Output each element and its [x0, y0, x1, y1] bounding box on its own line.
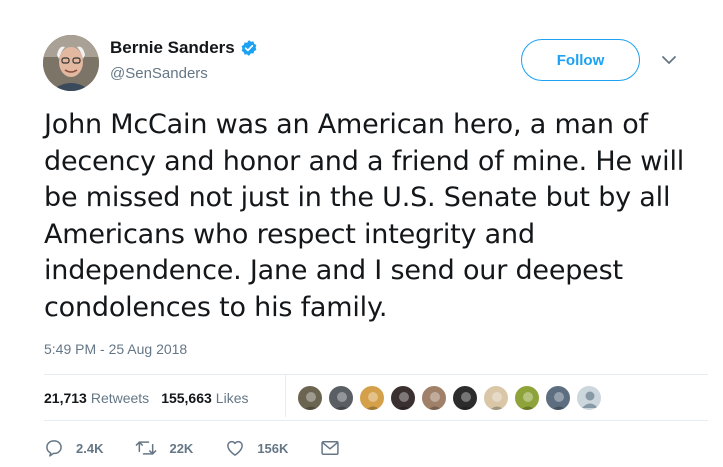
- retweets-count[interactable]: 21,713: [44, 390, 87, 406]
- verified-badge-icon: [240, 39, 258, 57]
- liker-avatar[interactable]: [545, 385, 571, 411]
- direct-message-button[interactable]: [320, 439, 340, 457]
- tweet-stats: 21,713 Retweets 155,663 Likes: [44, 390, 260, 406]
- name-row: Bernie Sanders: [110, 38, 258, 58]
- like-button[interactable]: 156K: [225, 438, 288, 458]
- reply-button[interactable]: 2.4K: [44, 438, 103, 458]
- retweet-icon: [135, 438, 157, 458]
- tweet-timestamp[interactable]: 5:49 PM - 25 Aug 2018: [44, 341, 187, 357]
- tweet-actions: 2.4K 22K 156K: [44, 438, 372, 458]
- like-count: 156K: [257, 440, 289, 456]
- user-handle[interactable]: @SenSanders: [110, 65, 208, 82]
- retweet-count: 22K: [169, 440, 194, 456]
- reply-icon: [44, 438, 64, 458]
- avatar[interactable]: [43, 35, 99, 91]
- liker-avatar[interactable]: [483, 385, 509, 411]
- liker-avatar[interactable]: [390, 385, 416, 411]
- liker-avatar[interactable]: [514, 385, 540, 411]
- retweet-button[interactable]: 22K: [135, 438, 193, 458]
- display-name[interactable]: Bernie Sanders: [110, 38, 235, 58]
- liker-avatar[interactable]: [421, 385, 447, 411]
- liker-avatar[interactable]: [452, 385, 478, 411]
- liker-avatar[interactable]: [359, 385, 385, 411]
- likes-count[interactable]: 155,663: [161, 390, 212, 406]
- follow-button[interactable]: Follow: [521, 39, 640, 81]
- reply-count: 2.4K: [76, 440, 104, 456]
- tweet-text: John McCain was an American hero, a man …: [44, 109, 685, 323]
- liker-avatar[interactable]: [297, 385, 323, 411]
- likers-avatars: [297, 385, 607, 411]
- divider: [44, 420, 708, 421]
- envelope-icon: [320, 439, 340, 457]
- divider: [44, 374, 708, 375]
- default-avatar-icon[interactable]: [576, 385, 602, 411]
- likes-label[interactable]: Likes: [216, 390, 249, 406]
- heart-icon: [225, 438, 245, 458]
- chevron-down-icon[interactable]: [661, 53, 677, 65]
- liker-avatar[interactable]: [328, 385, 354, 411]
- retweets-label[interactable]: Retweets: [91, 390, 149, 406]
- stats-separator: [285, 375, 286, 417]
